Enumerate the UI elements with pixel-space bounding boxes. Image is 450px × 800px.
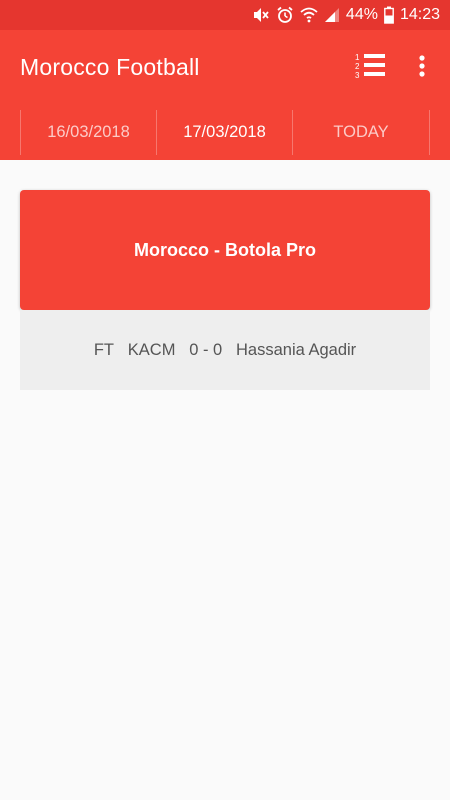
app-bar: Morocco Football 1 2 3 xyxy=(0,30,450,105)
standings-list-icon: 1 2 3 xyxy=(353,51,387,86)
more-vert-icon xyxy=(418,54,426,83)
status-icons: 44% 14:23 xyxy=(252,0,440,30)
mute-icon xyxy=(252,6,270,24)
battery-percent: 44% xyxy=(345,6,378,23)
home-team: KACM xyxy=(127,340,176,359)
app-title: Morocco Football xyxy=(20,54,200,80)
svg-text:3: 3 xyxy=(355,71,360,80)
tab-date-selected[interactable]: 17/03/2018 xyxy=(157,110,292,155)
match-status: FT xyxy=(93,340,114,359)
status-bar: 44% 14:23 xyxy=(0,0,450,30)
match-row[interactable]: FT KACM 0 - 0 Hassania Agadir xyxy=(20,310,430,390)
tab-divider xyxy=(429,110,430,155)
status-time: 14:23 xyxy=(399,6,440,23)
league-header[interactable]: Morocco - Botola Pro xyxy=(20,190,430,310)
date-tabs: 16/03/2018 17/03/2018 TODAY xyxy=(0,105,450,160)
svg-text:2: 2 xyxy=(355,62,360,71)
battery-icon xyxy=(384,6,394,24)
overflow-menu-button[interactable] xyxy=(402,48,442,88)
wifi-icon xyxy=(300,6,318,24)
signal-icon xyxy=(324,7,340,23)
tab-today[interactable]: TODAY xyxy=(293,110,429,155)
away-team: Hassania Agadir xyxy=(236,340,357,359)
match-list: Morocco - Botola Pro FT KACM 0 - 0 Hassa… xyxy=(0,160,450,800)
alarm-icon xyxy=(276,6,294,24)
match-score: 0 - 0 xyxy=(189,340,223,359)
league-name: Morocco - Botola Pro xyxy=(133,239,316,260)
tab-date-previous[interactable]: 16/03/2018 xyxy=(21,110,156,155)
svg-text:1: 1 xyxy=(355,53,360,62)
standings-button[interactable]: 1 2 3 xyxy=(350,48,390,88)
